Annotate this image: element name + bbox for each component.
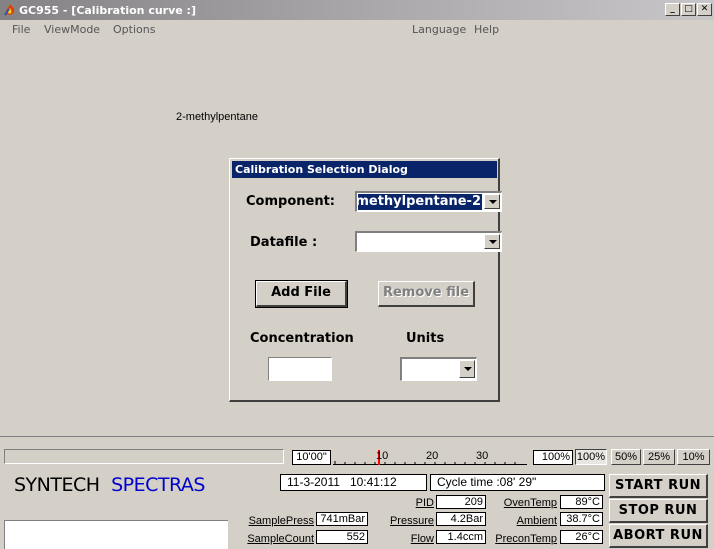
component-select[interactable]: 2-methylpentane (355, 191, 502, 212)
chevron-down-icon (489, 200, 497, 204)
ruler-tick-30: 30 (476, 450, 489, 462)
oventemp-value: 89°C (560, 495, 603, 509)
menu-viewmode[interactable]: ViewMode (44, 23, 100, 36)
title-bar: GC955 - [Calibration curve :] _ □ ✕ (0, 0, 714, 20)
stop-run-button[interactable]: STOP RUN (609, 499, 708, 523)
units-select[interactable] (400, 357, 477, 381)
zoom-50-button[interactable]: 50% (611, 449, 641, 465)
samplecount-label: SampleCount (247, 533, 314, 545)
precontemp-label: PreconTemp (495, 533, 557, 545)
time-value: 10:41:12 (349, 475, 397, 489)
brand-spectras: SPECTRAS (111, 474, 205, 496)
flow-label: Flow (410, 533, 434, 545)
menu-file[interactable]: File (12, 23, 30, 36)
calibration-dialog: Calibration Selection Dialog Component: … (229, 158, 502, 402)
ambient-value: 38.7°C (560, 512, 603, 526)
units-label: Units (406, 331, 445, 346)
zoom-100-button[interactable]: 100% (575, 449, 607, 465)
oventemp-label: OvenTemp (503, 497, 557, 509)
brand-syntech: SYNTECH (14, 474, 100, 496)
window-title: GC955 - [Calibration curve :] (19, 3, 196, 17)
component-select-value: 2-methylpentane (358, 194, 482, 210)
panel-divider (0, 436, 714, 437)
concentration-input[interactable] (268, 357, 332, 381)
run-progress-bar (4, 449, 284, 464)
add-file-button[interactable]: Add File (255, 280, 348, 308)
precontemp-value: 26°C (560, 530, 603, 544)
zoom-10-button[interactable]: 10% (677, 449, 710, 465)
pid-label: PID (415, 497, 434, 509)
maximize-button[interactable]: □ (681, 3, 696, 16)
datafile-label: Datafile : (250, 235, 318, 250)
log-box (4, 520, 228, 549)
datafile-select[interactable] (355, 231, 502, 252)
start-run-button[interactable]: START RUN (609, 474, 708, 498)
brand-logo: SYNTECH SPECTRAS (14, 474, 205, 496)
flow-value: 1.4ccm (436, 530, 486, 544)
samplepress-value: 741mBar (316, 512, 368, 526)
zoom-25-button[interactable]: 25% (643, 449, 675, 465)
close-button[interactable]: ✕ (697, 3, 712, 16)
menu-bar: File ViewMode Options Language Help (0, 20, 714, 38)
menu-options[interactable]: Options (113, 23, 155, 36)
time-marker: 10'00" (292, 450, 331, 465)
component-dropdown-button[interactable] (484, 194, 500, 209)
menu-language[interactable]: Language (412, 23, 466, 36)
samplecount-value: 552 (316, 530, 368, 544)
cycle-time-display: Cycle time :08' 29" (430, 474, 605, 491)
pressure-label: Pressure (389, 515, 434, 527)
abort-run-button[interactable]: ABORT RUN (609, 524, 708, 548)
datetime-display: 11-3-2011 10:41:12 (280, 474, 427, 491)
chevron-down-icon (464, 367, 472, 371)
app-flame-icon (3, 3, 17, 17)
chevron-down-icon (489, 240, 497, 244)
ruler-tick-20: 20 (426, 450, 439, 462)
units-dropdown-button[interactable] (459, 360, 475, 378)
component-label: Component: (246, 194, 335, 209)
dialog-title: Calibration Selection Dialog (232, 161, 497, 178)
component-caption: 2-methylpentane (176, 111, 258, 123)
time-scale-ruler: 10 20 30 (333, 450, 527, 465)
ambient-label: Ambient (516, 515, 557, 527)
samplepress-label: SamplePress (248, 515, 314, 527)
ruler-tick-10: 10 (376, 450, 389, 462)
concentration-label: Concentration (250, 331, 354, 346)
minimize-button[interactable]: _ (665, 3, 680, 16)
remove-file-button[interactable]: Remove file (378, 281, 475, 307)
menu-help[interactable]: Help (474, 23, 499, 36)
percent-display: 100% (533, 450, 573, 465)
date-value: 11-3-2011 (287, 475, 340, 489)
pressure-value: 4.2Bar (436, 512, 486, 526)
pid-value: 209 (436, 495, 486, 509)
datafile-dropdown-button[interactable] (484, 234, 500, 249)
